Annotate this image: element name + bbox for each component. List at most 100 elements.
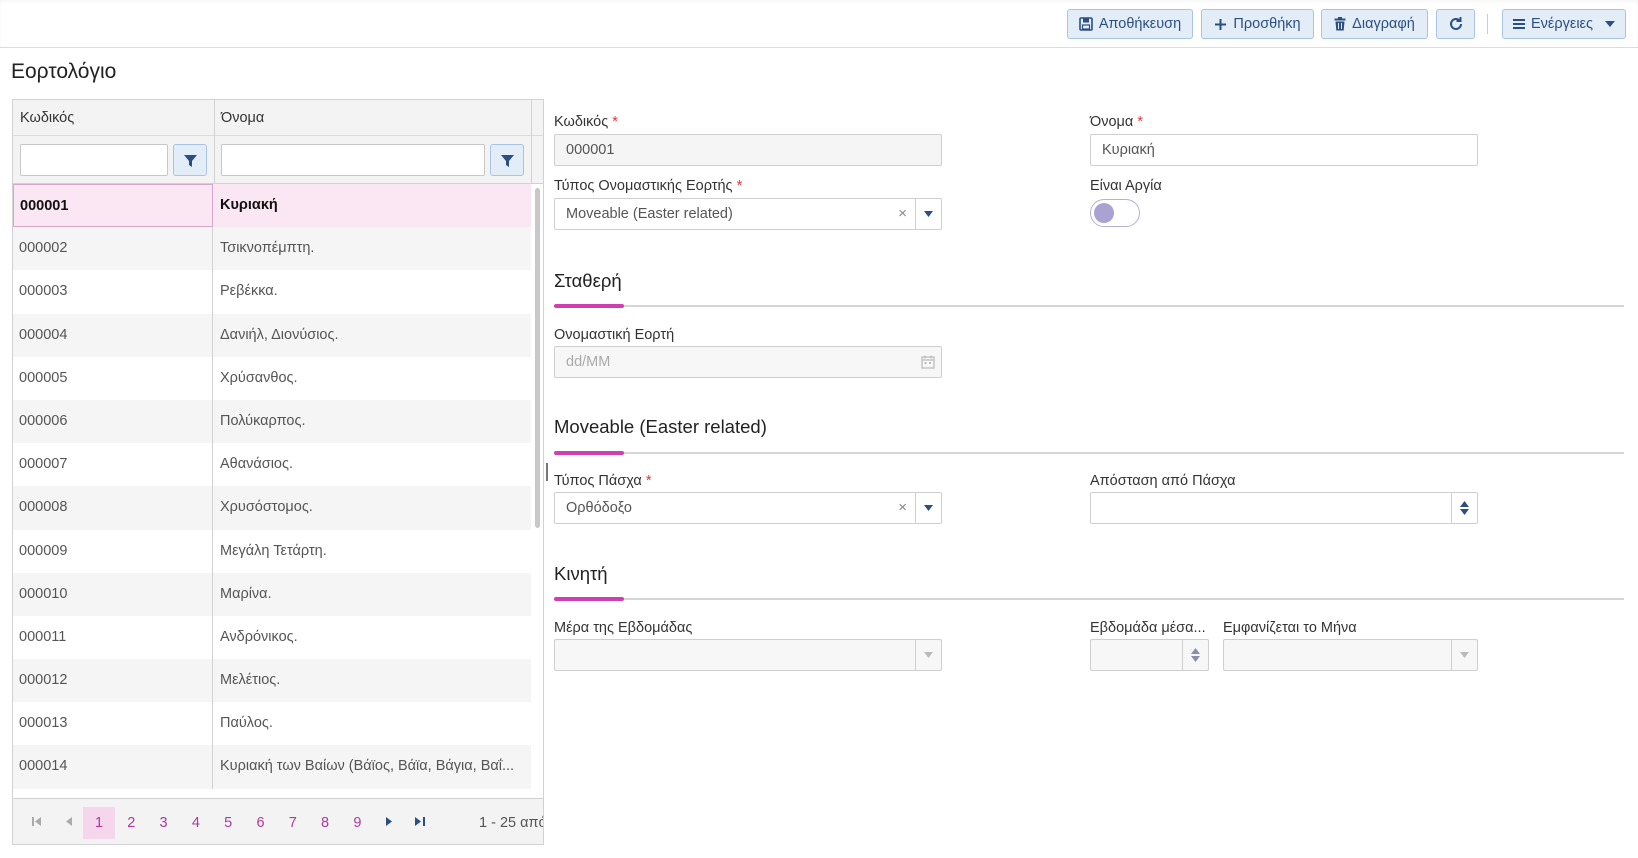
- week-of-month-label: Εβδομάδα μέσα...: [1090, 620, 1206, 636]
- clear-icon[interactable]: ×: [898, 493, 907, 523]
- feast-type-label: Τύπος Ονομαστικής Εορτής *: [554, 178, 742, 194]
- first-page-button[interactable]: [21, 807, 53, 839]
- dropdown-button[interactable]: [915, 640, 941, 670]
- page-number-button[interactable]: 7: [277, 807, 309, 839]
- first-page-icon: [32, 817, 41, 826]
- next-page-button[interactable]: [373, 807, 405, 839]
- table-row[interactable]: 000009 Μεγάλη Τετάρτη.: [13, 529, 531, 573]
- table-row[interactable]: 000010 Μαρίνα.: [13, 572, 531, 616]
- appears-month-select[interactable]: [1223, 639, 1478, 671]
- column-divider: [214, 100, 215, 184]
- cell-name: Χρύσανθος.: [220, 369, 298, 386]
- grid-rows: 000001 Κυριακή 000002 Τσικνοπέμπτη. 000003 Ρε…: [13, 184, 531, 789]
- section-divider: [554, 452, 1624, 454]
- add-label: Προσθήκη: [1233, 16, 1301, 32]
- weekday-select[interactable]: [554, 639, 942, 671]
- code-filter-input[interactable]: [20, 144, 168, 176]
- name-field[interactable]: Κυριακή: [1090, 134, 1478, 166]
- code-field[interactable]: 000001: [554, 134, 942, 166]
- table-row[interactable]: 000013 Παύλος.: [13, 702, 531, 746]
- table-row[interactable]: 000006 Πολύκαρπος.: [13, 399, 531, 444]
- spin-up-icon[interactable]: [1191, 648, 1200, 654]
- required-mark: *: [736, 178, 743, 194]
- easter-type-select[interactable]: Ορθόδοξο ×: [554, 492, 942, 524]
- toolbar-separator: [1487, 14, 1488, 34]
- save-button[interactable]: Αποθήκευση: [1067, 9, 1193, 39]
- caret-down-icon: [924, 652, 933, 658]
- refresh-icon: [1449, 17, 1462, 30]
- code-filter-button[interactable]: [173, 144, 207, 176]
- last-page-button[interactable]: [404, 807, 436, 839]
- add-button[interactable]: Προσθήκη: [1201, 9, 1314, 39]
- code-label-text: Κωδικός: [554, 114, 609, 130]
- dropdown-button[interactable]: [915, 493, 941, 523]
- required-mark: *: [612, 114, 618, 130]
- table-row[interactable]: 000007 Αθανάσιος.: [13, 443, 531, 487]
- caret-down-icon: [1605, 21, 1616, 27]
- prev-page-button[interactable]: [53, 807, 85, 839]
- name-day-placeholder: dd/MM: [566, 354, 611, 370]
- save-label: Αποθήκευση: [1098, 16, 1182, 32]
- number-spinner[interactable]: [1182, 640, 1208, 670]
- feast-type-select[interactable]: Moveable (Easter related) ×: [554, 198, 942, 230]
- cell-name: Κυριακή: [220, 197, 278, 213]
- cell-code: 000009: [13, 529, 213, 573]
- section-accent: [554, 451, 624, 455]
- appears-month-label: Εμφανίζεται το Μήνα: [1223, 620, 1357, 636]
- table-row[interactable]: 000002 Τσικνοπέμπτη.: [13, 227, 531, 271]
- page-number-button[interactable]: 4: [180, 807, 212, 839]
- page-number-button[interactable]: 3: [148, 807, 180, 839]
- name-day-field[interactable]: dd/MM: [554, 346, 942, 378]
- cell-code: 000004: [13, 313, 213, 357]
- feast-type-value: Moveable (Easter related): [566, 206, 733, 222]
- grid-scrollbar[interactable]: [535, 188, 540, 528]
- next-page-icon: [385, 817, 392, 826]
- cell-code: 000011: [13, 615, 213, 660]
- name-filter-input[interactable]: [221, 144, 485, 176]
- table-row[interactable]: 000012 Μελέτιος.: [13, 659, 531, 703]
- page-number-button[interactable]: 5: [212, 807, 244, 839]
- cell-code: 000001: [13, 184, 213, 228]
- table-row[interactable]: 000005 Χρύσανθος.: [13, 356, 531, 400]
- spin-down-icon[interactable]: [1460, 509, 1469, 515]
- page-number-button[interactable]: 8: [309, 807, 341, 839]
- column-divider: [531, 100, 532, 184]
- easter-type-label: Τύπος Πάσχα *: [554, 473, 652, 489]
- table-row[interactable]: 000003 Ρεβέκκα.: [13, 270, 531, 314]
- dropdown-button[interactable]: [1451, 640, 1477, 670]
- table-row[interactable]: 000001 Κυριακή: [13, 184, 531, 228]
- required-mark: *: [645, 473, 652, 489]
- cell-name: Αθανάσιος.: [220, 456, 294, 473]
- actions-button[interactable]: Ενέργειες: [1502, 9, 1626, 39]
- page-number-button[interactable]: 9: [341, 807, 373, 839]
- column-header-name[interactable]: Όνομα: [214, 100, 543, 136]
- number-spinner[interactable]: [1451, 493, 1477, 523]
- section-fixed-title: Σταθερή: [554, 270, 622, 291]
- week-of-month-field[interactable]: [1090, 639, 1209, 671]
- table-row[interactable]: 000011 Ανδρόνικος.: [13, 615, 531, 660]
- page-number-button[interactable]: 6: [245, 807, 277, 839]
- table-row[interactable]: 000014 Κυριακή των Βαίων (Βάϊος, Βάϊα, Βά…: [13, 745, 531, 789]
- easter-distance-field[interactable]: [1090, 492, 1478, 524]
- page-number-button[interactable]: 2: [115, 807, 147, 839]
- table-row[interactable]: 000008 Χρυσόστομος.: [13, 486, 531, 530]
- clear-icon[interactable]: ×: [898, 199, 907, 229]
- name-filter-button[interactable]: [490, 144, 524, 176]
- delete-button[interactable]: Διαγραφή: [1321, 9, 1428, 39]
- refresh-button[interactable]: [1436, 9, 1475, 39]
- dropdown-button[interactable]: [915, 199, 941, 229]
- spin-up-icon[interactable]: [1460, 501, 1469, 507]
- is-holiday-toggle[interactable]: [1090, 199, 1140, 227]
- pane-splitter[interactable]: [546, 463, 548, 481]
- page-number-button[interactable]: 1: [83, 807, 115, 839]
- table-row[interactable]: 000004 Δανιήλ, Διονύσιος.: [13, 313, 531, 357]
- pager-info: 1 - 25 από 2: [479, 815, 544, 831]
- easter-type-label-text: Τύπος Πάσχα: [554, 473, 642, 489]
- caret-down-icon: [1460, 652, 1469, 658]
- spin-down-icon[interactable]: [1191, 656, 1200, 662]
- cell-code: 000003: [13, 270, 213, 314]
- code-label: Κωδικός *: [554, 114, 618, 130]
- column-header-code[interactable]: Κωδικός: [13, 100, 214, 136]
- easter-distance-label: Απόσταση από Πάσχα: [1090, 473, 1236, 489]
- calendar-button[interactable]: [915, 347, 941, 377]
